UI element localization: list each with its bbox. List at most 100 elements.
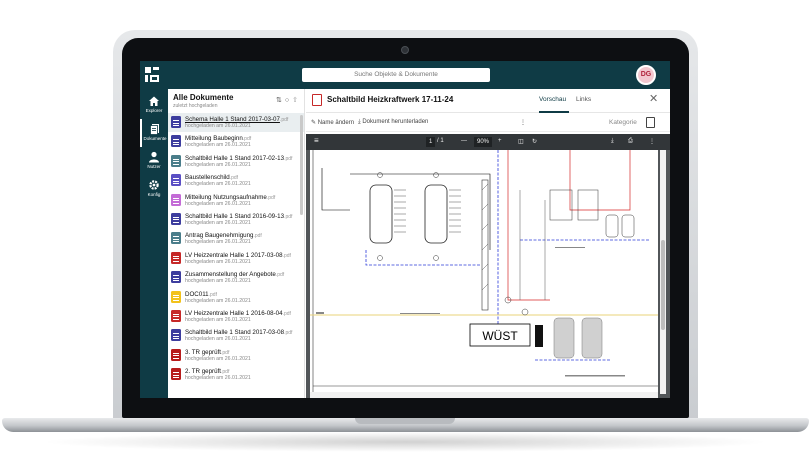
file-type-icon (171, 309, 181, 322)
pdf-scroll-thumb[interactable] (661, 240, 665, 330)
file-type-icon (171, 212, 181, 225)
category-label[interactable]: Kategorie (609, 119, 637, 126)
list-item[interactable]: Schaltbild Halle 1 Stand 2017-03-08.pdf h… (168, 326, 304, 345)
zoom-in-icon[interactable]: + (498, 138, 502, 144)
document-name-text: Zusammenstellung der Angebote (185, 271, 276, 279)
search-input[interactable]: Suche Objekte & Dokumente (302, 68, 490, 82)
avatar[interactable]: DG (636, 65, 656, 85)
list-item[interactable]: Schaltbild Halle 1 Stand 2016-09-13.pdf h… (168, 210, 304, 229)
document-name-text: Baustellenschild (185, 174, 230, 182)
rename-label: Name ändern (317, 120, 355, 126)
download-pdf-icon[interactable]: ⤓ (611, 138, 614, 145)
document-extension: .pdf (208, 291, 217, 298)
document-name-text: 3. TR geprüft (185, 348, 221, 356)
list-item[interactable]: 3. TR geprüft.pdf hochgeladen am 26.01.20… (168, 346, 304, 365)
document-list-header: Alle Dokumente zuletzt hochgeladen ⇅○⇧ (173, 93, 301, 111)
document-upload-date: hochgeladen am 26.01.2021 (185, 258, 251, 265)
file-type-icon (171, 193, 181, 206)
document-name: Schaltbild Halle 1 Stand 2016-09-13.pdf (185, 210, 304, 220)
document-upload-date: hochgeladen am 26.01.2021 (185, 336, 251, 343)
page-total: / 1 (437, 138, 444, 144)
file-type-icon (171, 154, 181, 167)
list-item[interactable]: DOC011.pdf hochgeladen am 26.01.2021 (168, 288, 304, 307)
upload-icon[interactable]: ⇧ (292, 97, 301, 104)
document-detail-panel: Schaltbild Heizkraftwerk 17-11-24 Vorsch… (306, 89, 670, 398)
list-item[interactable]: Schaltbild Halle 1 Stand 2017-02-13.pdf h… (168, 152, 304, 171)
category-document-icon[interactable] (646, 117, 655, 128)
document-name-text: Schaltbild Halle 1 Stand 2016-09-13 (185, 212, 285, 220)
page-number-input[interactable]: 1 (426, 137, 436, 147)
document-upload-date: hochgeladen am 26.01.2021 (185, 200, 251, 207)
print-icon[interactable]: ⎙ (628, 138, 633, 145)
tab-vorschau[interactable]: Vorschau (539, 96, 566, 103)
file-type-icon (171, 135, 181, 148)
pdf-page: WÜST (310, 150, 658, 394)
pdf-horizontal-scrollbar[interactable] (310, 392, 658, 398)
document-extension: .pdf (266, 194, 276, 201)
list-item[interactable]: Zusammenstellung der Angebote.pdf hochgel… (168, 268, 304, 287)
hamburger-menu-icon[interactable]: ≡ (314, 136, 319, 145)
list-item[interactable]: Schema Halle 1 Stand 2017-03-07.pdf hochg… (168, 113, 304, 133)
zoom-level[interactable]: 90% (474, 137, 493, 147)
list-item[interactable]: Mitteilung Nutzungsaufnahme.pdf hochgelad… (168, 191, 304, 210)
pdf-vertical-scrollbar[interactable] (660, 150, 666, 394)
nav-item-konfig[interactable]: Konfig (140, 175, 168, 203)
document-extension: .pdf (221, 349, 230, 356)
viewer-more-icon[interactable]: ⋮ (649, 138, 655, 145)
document-list-scrollbar[interactable] (300, 115, 303, 215)
list-item[interactable]: LV Heizzentrale Halle 1 2016-08-04.pdf ho… (168, 307, 304, 326)
document-extension: .pdf (284, 330, 293, 337)
document-list-tools: ⇅○⇧ (276, 96, 301, 104)
document-name-text: Schaltbild Halle 1 Stand 2017-03-08 (185, 329, 285, 337)
download-icon: ⤓ (358, 119, 361, 125)
file-type-icon (171, 251, 181, 264)
rotate-icon[interactable]: ↻ (532, 138, 537, 145)
file-type-icon (171, 290, 181, 303)
download-button[interactable]: ⤓ Dokument herunterladen (358, 119, 428, 126)
fit-page-icon[interactable]: ◫ (518, 138, 524, 145)
gear-icon (149, 180, 159, 190)
list-item[interactable]: Mitteilung Baubeginn.pdf hochgeladen am 2… (168, 132, 304, 151)
list-item[interactable]: LV Heizzentrale Halle 1 2017-03-08.pdf ho… (168, 249, 304, 268)
zoom-out-icon[interactable]: — (461, 138, 467, 144)
app-screen: Suche Objekte & Dokumente DG Explorer Do… (140, 61, 670, 398)
document-name-text: Schema Halle 1 Stand 2017-03-07 (185, 116, 280, 123)
sort-icon[interactable]: ⇅ (276, 97, 285, 104)
tab-links[interactable]: Links (576, 96, 591, 103)
close-icon[interactable]: ✕ (649, 92, 658, 105)
pdf-viewer-toolbar: ≡ 1 / 1 — 90% + ◫ ↻ ⤓ ⎙ ⋮ (306, 134, 670, 150)
list-item[interactable]: Baustellenschild.pdf hochgeladen am 26.01… (168, 171, 304, 190)
document-name: Schema Halle 1 Stand 2017-03-07.pdf (185, 113, 304, 123)
document-name: Schaltbild Halle 1 Stand 2017-02-13.pdf (185, 152, 304, 162)
nav-item-explorer[interactable]: Explorer (140, 91, 168, 119)
home-icon (149, 96, 159, 106)
document-upload-date: hochgeladen am 26.01.2021 (185, 239, 251, 246)
list-item[interactable]: 2. TR geprüft.pdf hochgeladen am 26.01.20… (168, 365, 304, 384)
document-name: LV Heizzentrale Halle 1 2016-08-04.pdf (185, 307, 304, 317)
file-type-icon (171, 329, 181, 342)
document-name: DOC011.pdf (185, 288, 304, 298)
list-item[interactable]: Antrag Baugenehmigung.pdf hochgeladen am … (168, 229, 304, 248)
file-type-icon (171, 174, 181, 187)
document-upload-date: hochgeladen am 26.01.2021 (185, 316, 251, 323)
pencil-icon: ✎ (311, 120, 317, 126)
nav-item-nutzer[interactable]: Nutzer (140, 147, 168, 175)
document-name: Antrag Baugenehmigung.pdf (185, 229, 304, 239)
detail-toolbar: ✎ Name ändern ⤓ Dokument herunterladen ⋮… (306, 114, 670, 132)
document-name-text: DOC011 (185, 290, 209, 298)
rename-button[interactable]: ✎ Name ändern (311, 119, 354, 126)
nav-label-explorer: Explorer (145, 108, 163, 113)
document-name: Mitteilung Baubeginn.pdf (185, 132, 304, 142)
user-icon (149, 151, 159, 163)
file-type-icon (171, 348, 181, 361)
app-logo-icon[interactable] (144, 66, 160, 83)
nav-label-nutzer: Nutzer (147, 164, 161, 169)
file-type-icon (171, 271, 181, 284)
document-upload-date: hochgeladen am 26.01.2021 (185, 375, 251, 382)
document-name-text: LV Heizzentrale Halle 1 2017-03-08 (185, 251, 283, 259)
file-type-icon (171, 232, 181, 245)
nav-item-dokumente[interactable]: Dokumente (140, 119, 168, 147)
more-options-icon[interactable]: ⋮ (520, 119, 526, 126)
document-name-text: Schaltbild Halle 1 Stand 2017-02-13 (185, 154, 285, 162)
document-upload-date: hochgeladen am 26.01.2021 (185, 278, 251, 285)
